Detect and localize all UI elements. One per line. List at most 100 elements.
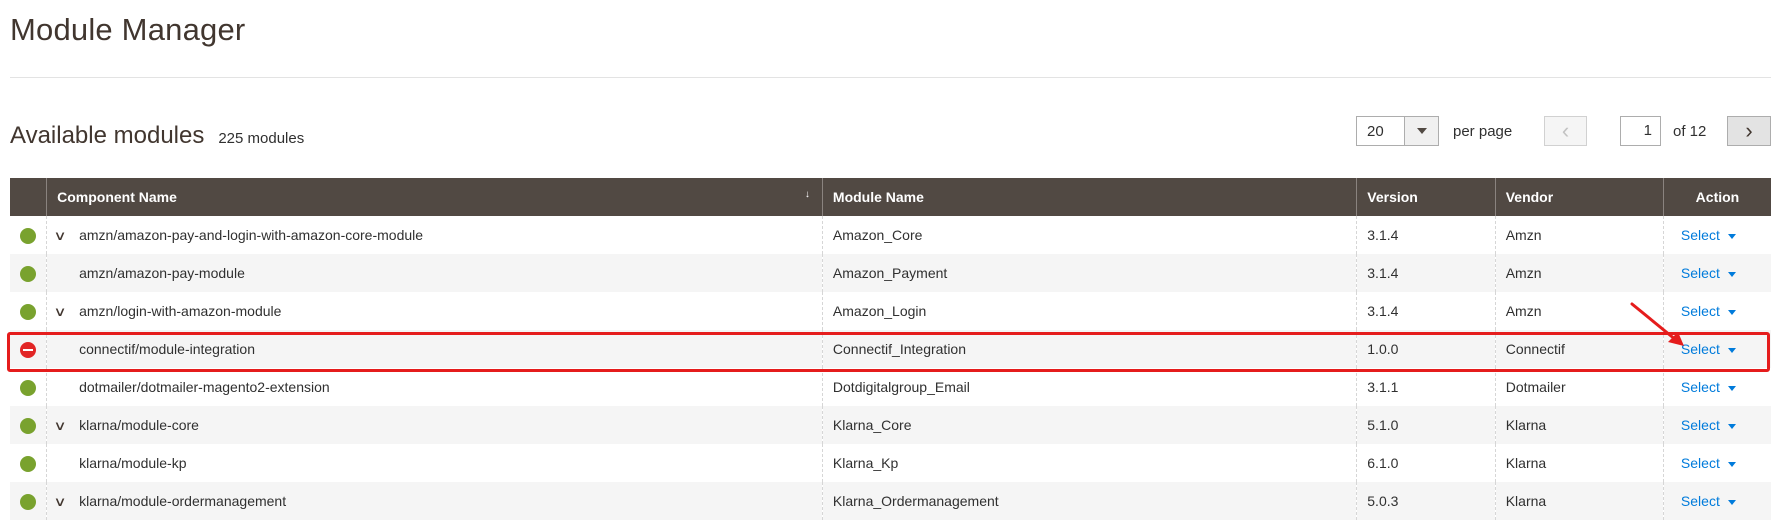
component-name: klarna/module-kp: [79, 455, 187, 471]
vendor-cell: Klarna: [1494, 444, 1664, 482]
component-name: dotmailer/dotmailer-magento2-extension: [79, 379, 330, 395]
caret-down-icon: [1727, 423, 1736, 429]
pager: 20 per page ‹ 1 of 12 ›: [1356, 116, 1771, 148]
action-cell: Select: [1662, 482, 1771, 520]
component-name: amzn/login-with-amazon-module: [79, 302, 282, 319]
per-page-select[interactable]: 20: [1356, 116, 1439, 146]
chevron-left-icon: ‹: [1561, 118, 1570, 143]
version-cell: 6.1.0: [1356, 444, 1496, 482]
status-enabled-icon: [20, 493, 37, 510]
module-name-cell: Klarna_Core: [821, 406, 1357, 444]
column-header-component-name[interactable]: Component Name ↓: [46, 178, 823, 216]
action-cell: Select: [1662, 330, 1771, 368]
component-name: klarna/module-ordermanagement: [79, 492, 287, 509]
select-action-button[interactable]: Select: [1681, 341, 1736, 357]
previous-page-button[interactable]: ‹: [1544, 116, 1587, 146]
version-cell: 5.1.0: [1356, 406, 1496, 444]
status-cell: [10, 216, 47, 254]
status-enabled-icon: [20, 379, 37, 396]
component-name-cell: dotmailer/dotmailer-magento2-extension: [46, 368, 823, 406]
sort-arrow-icon: ↓: [804, 189, 810, 200]
vendor-cell: Dotmailer: [1494, 368, 1664, 406]
table-row: klarna/module-kp Klarna_Kp 6.1.0 Klarna …: [10, 444, 1771, 482]
status-cell: [10, 482, 47, 520]
page-number-input[interactable]: 1: [1620, 116, 1661, 146]
caret-down-icon: [1727, 385, 1736, 391]
vendor-cell: Klarna: [1494, 406, 1664, 444]
table-row: ∨ klarna/module-ordermanagement Klarna_Or…: [10, 482, 1771, 520]
caret-down-icon: [1727, 499, 1736, 505]
column-header-module-name[interactable]: Module Name: [821, 178, 1357, 216]
title-divider: [10, 77, 1771, 78]
select-action-button[interactable]: Select: [1681, 379, 1736, 395]
chevron-down-icon[interactable]: ∨: [54, 494, 79, 510]
caret-down-icon: [1727, 271, 1736, 277]
column-header-action: Action: [1662, 178, 1771, 216]
vendor-cell: Amzn: [1494, 292, 1664, 330]
component-name-cell: ∨ amzn/amazon-pay-and-login-with-amazon-c…: [46, 216, 823, 254]
next-page-button[interactable]: ›: [1727, 116, 1771, 146]
table-row: connectif/module-integration Connectif_I…: [10, 330, 1771, 368]
vendor-cell: Amzn: [1494, 216, 1664, 254]
per-page-value: 20: [1367, 123, 1384, 140]
status-enabled-icon: [20, 265, 37, 282]
version-cell: 3.1.4: [1356, 216, 1496, 254]
status-cell: [10, 330, 47, 368]
table-row: ∨ klarna/module-core Klarna_Core 5.1.0 Kl…: [10, 406, 1771, 444]
component-name-cell: ∨ amzn/login-with-amazon-module: [46, 292, 823, 330]
chevron-down-icon[interactable]: ∨: [54, 304, 79, 320]
action-cell: Select: [1662, 292, 1771, 330]
table-header-row: Component Name ↓ Module Name Version Ven…: [10, 178, 1771, 216]
version-cell: 5.0.3: [1356, 482, 1496, 520]
select-action-button[interactable]: Select: [1681, 227, 1736, 243]
component-name: klarna/module-core: [79, 416, 199, 433]
status-cell: [10, 292, 47, 330]
component-name: amzn/amazon-pay-module: [79, 265, 245, 281]
component-name: amzn/amazon-pay-and-login-with-amazon-co…: [79, 226, 424, 243]
section-header: Available modules 225 modules: [10, 122, 304, 150]
caret-down-icon: [1727, 233, 1736, 239]
module-name-cell: Connectif_Integration: [821, 330, 1357, 368]
component-name-cell: amzn/amazon-pay-module: [46, 254, 823, 292]
module-name-cell: Dotdigitalgroup_Email: [821, 368, 1357, 406]
action-cell: Select: [1662, 368, 1771, 406]
select-action-button[interactable]: Select: [1681, 265, 1736, 281]
module-name-cell: Klarna_Kp: [821, 444, 1357, 482]
caret-down-icon: [1727, 309, 1736, 315]
per-page-label: per page: [1453, 123, 1513, 140]
per-page-dropdown-button[interactable]: [1404, 117, 1438, 145]
select-action-button[interactable]: Select: [1681, 303, 1736, 319]
status-cell: [10, 406, 47, 444]
vendor-cell: Amzn: [1494, 254, 1664, 292]
table-row: amzn/amazon-pay-module Amazon_Payment 3.…: [10, 254, 1771, 292]
component-name-cell: ∨ klarna/module-ordermanagement: [46, 482, 823, 520]
select-action-button[interactable]: Select: [1681, 455, 1736, 471]
action-cell: Select: [1662, 254, 1771, 292]
version-cell: 3.1.4: [1356, 292, 1496, 330]
column-header-status: [10, 178, 47, 216]
status-cell: [10, 368, 47, 406]
column-header-vendor[interactable]: Vendor: [1494, 178, 1664, 216]
module-name-cell: Amazon_Payment: [821, 254, 1357, 292]
status-disabled-icon: [20, 341, 37, 358]
status-cell: [10, 254, 47, 292]
caret-down-icon: [1727, 347, 1736, 353]
version-cell: 1.0.0: [1356, 330, 1496, 368]
column-header-version[interactable]: Version: [1356, 178, 1496, 216]
page-title: Module Manager: [10, 12, 246, 47]
chevron-down-icon[interactable]: ∨: [54, 418, 79, 434]
vendor-cell: Connectif: [1494, 330, 1664, 368]
select-action-button[interactable]: Select: [1681, 493, 1736, 509]
module-name-cell: Amazon_Core: [821, 216, 1357, 254]
status-enabled-icon: [20, 227, 37, 244]
component-name-cell: connectif/module-integration: [46, 330, 823, 368]
status-enabled-icon: [20, 303, 37, 320]
chevron-right-icon: ›: [1745, 118, 1753, 143]
module-name-cell: Amazon_Login: [821, 292, 1357, 330]
module-count: 225 modules: [218, 130, 305, 147]
status-enabled-icon: [20, 455, 37, 472]
select-action-button[interactable]: Select: [1681, 417, 1736, 433]
action-cell: Select: [1662, 216, 1771, 254]
modules-table: Component Name ↓ Module Name Version Ven…: [10, 178, 1771, 520]
chevron-down-icon[interactable]: ∨: [54, 228, 79, 244]
